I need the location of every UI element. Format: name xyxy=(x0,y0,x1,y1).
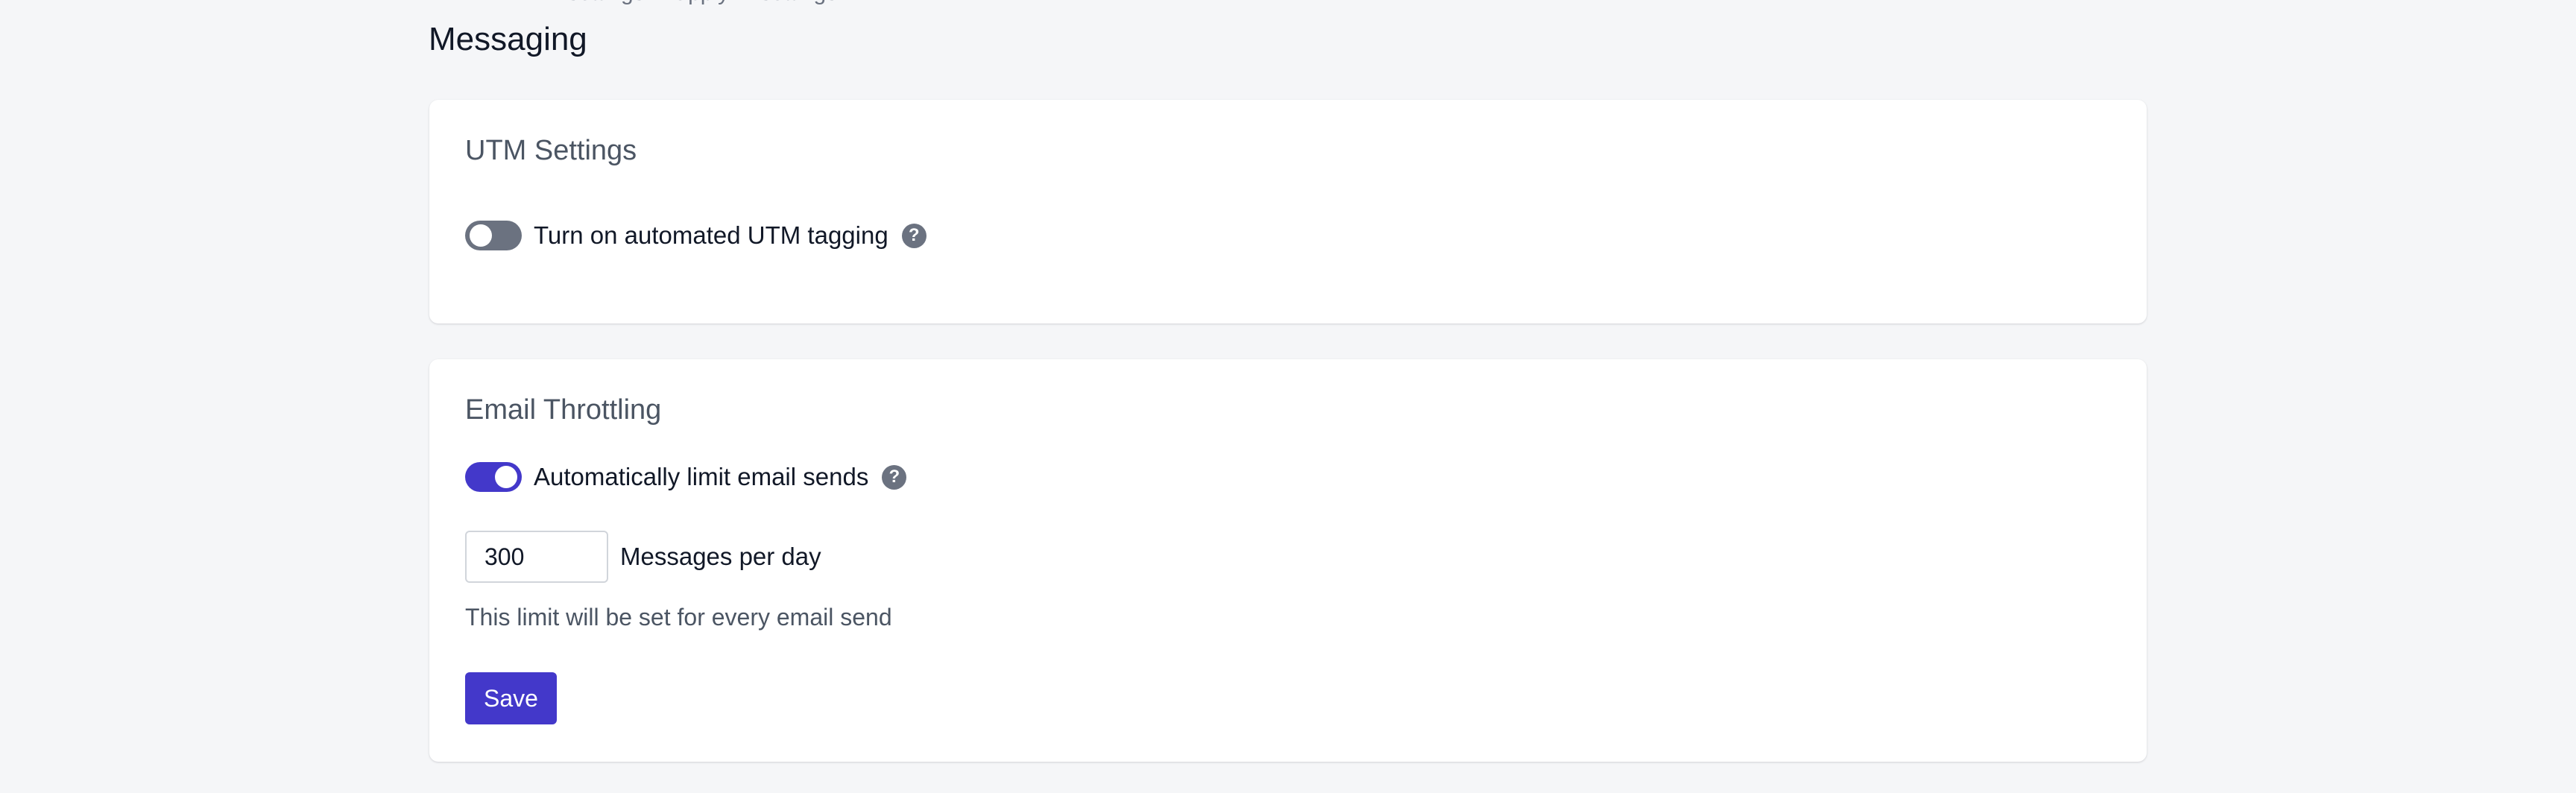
utm-toggle-row: Turn on automated UTM tagging ? xyxy=(465,219,926,252)
page-title: Messaging xyxy=(429,21,587,57)
limit-hint-text: This limit will be set for every email s… xyxy=(465,604,892,631)
question-circle-icon[interactable]: ? xyxy=(882,464,907,490)
email-throttling-card: Email Throttling Automatically limit ema… xyxy=(429,359,2147,762)
scrolled-off-description: ... settings ... apply ... settings xyxy=(543,0,837,6)
limit-email-sends-label: Automatically limit email sends xyxy=(534,463,869,490)
limit-row: Messages per day xyxy=(465,531,821,583)
utm-settings-card: UTM Settings Turn on automated UTM taggi… xyxy=(429,100,2147,323)
toggle-knob xyxy=(470,224,492,247)
messages-per-day-label: Messages per day xyxy=(620,543,821,570)
limit-email-sends-toggle[interactable] xyxy=(465,462,522,492)
toggle-knob xyxy=(495,466,517,488)
messages-per-day-input[interactable] xyxy=(465,531,608,583)
utm-tagging-label: Turn on automated UTM tagging xyxy=(534,221,888,249)
email-throttling-title: Email Throttling xyxy=(465,394,662,426)
utm-tagging-toggle[interactable] xyxy=(465,221,522,250)
throttle-toggle-row: Automatically limit email sends ? xyxy=(465,461,907,493)
question-circle-icon[interactable]: ? xyxy=(901,223,926,248)
save-button[interactable]: Save xyxy=(465,672,557,724)
utm-settings-title: UTM Settings xyxy=(465,135,637,166)
